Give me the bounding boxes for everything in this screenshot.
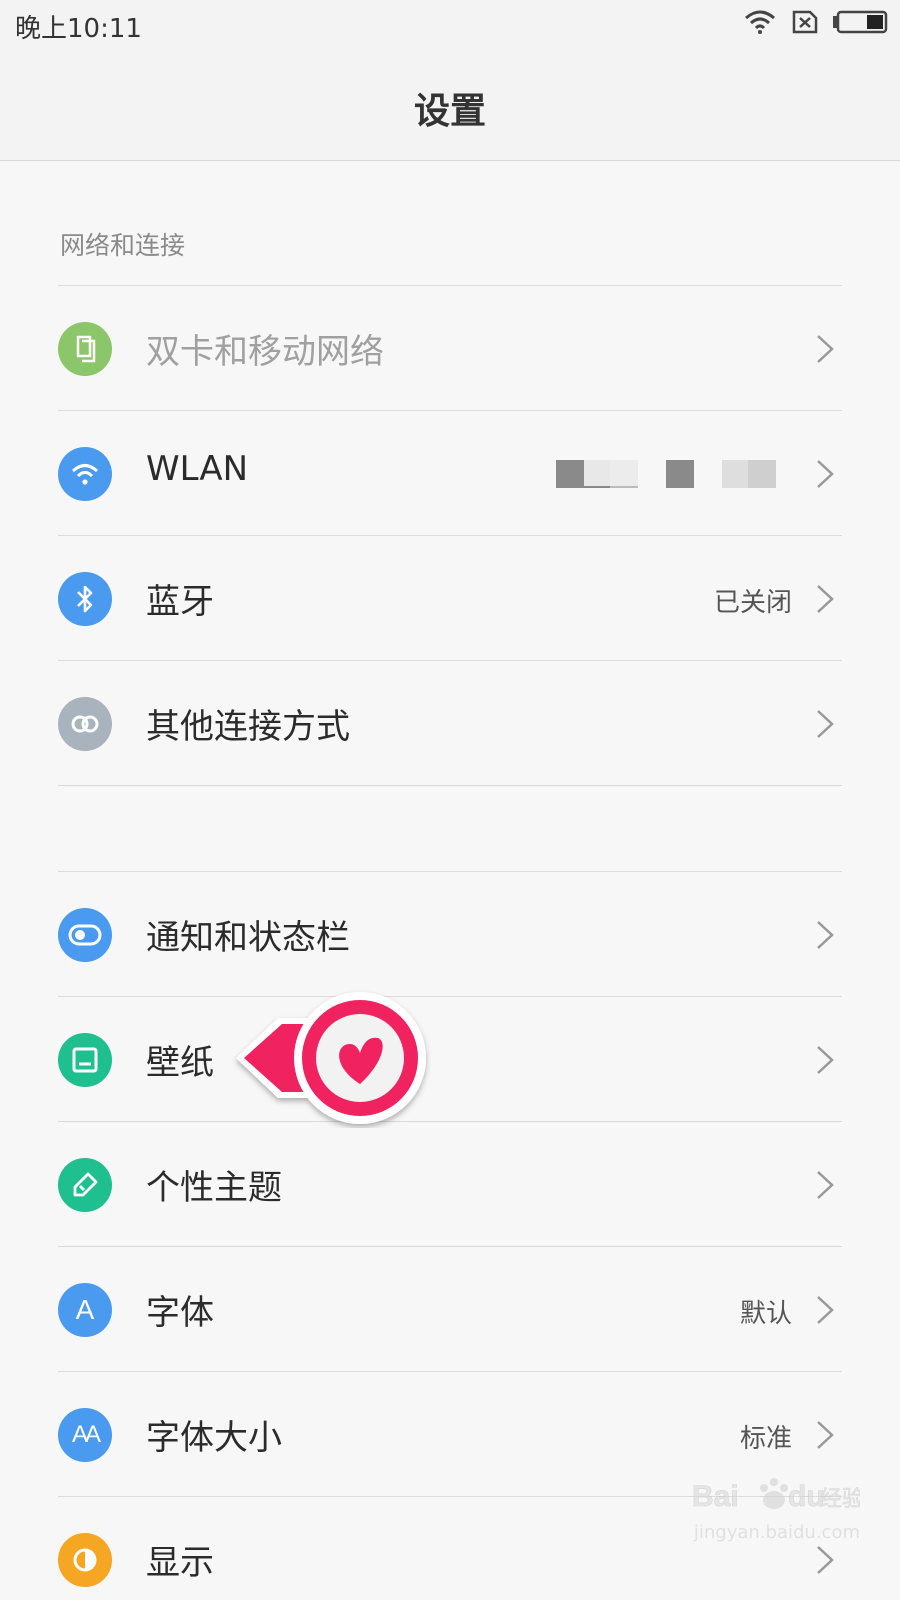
svg-text:Bai: Bai [692, 1480, 739, 1513]
link-icon [58, 697, 112, 751]
settings-item-font[interactable]: A 字体 默认 [58, 1246, 842, 1372]
status-bar: 晚上10:11 [0, 0, 900, 50]
status-time: 晚上10:11 [15, 14, 142, 44]
settings-item-wallpaper[interactable]: 壁纸 [58, 996, 842, 1122]
wifi-icon [745, 10, 775, 34]
settings-item-value: 默认 [739, 1299, 792, 1329]
settings-item-value: 标准 [739, 1424, 792, 1454]
settings-item-label: 个性主题 [146, 1168, 282, 1208]
battery-icon [833, 10, 888, 34]
toggle-icon [58, 908, 112, 962]
divider [58, 785, 842, 786]
settings-item-label: 壁纸 [146, 1043, 214, 1083]
settings-item-bluetooth[interactable]: 蓝牙 已关闭 [58, 535, 842, 661]
chevron-right-icon [817, 1421, 834, 1449]
watermark-url: jingyan.baidu.com [693, 1522, 860, 1543]
chevron-right-icon [817, 335, 834, 363]
settings-item-notifications[interactable]: 通知和状态栏 [58, 871, 842, 997]
settings-item-other-connections[interactable]: 其他连接方式 [58, 660, 842, 786]
settings-item-label: WLAN [146, 449, 249, 489]
chevron-right-icon [817, 1046, 834, 1074]
settings-item-label: 双卡和移动网络 [146, 332, 384, 372]
heart-pointer-icon [236, 992, 426, 1124]
chevron-right-icon [817, 585, 834, 613]
section-header-network: 网络和连接 [60, 231, 186, 260]
redacted-value [556, 460, 786, 488]
chevron-right-icon [817, 1171, 834, 1199]
wifi-icon [58, 447, 112, 501]
settings-item-themes[interactable]: 个性主题 [58, 1121, 842, 1247]
settings-item-value: 已关闭 [713, 588, 792, 618]
settings-screen: 晚上10:11 设置 网络和连接 双卡和移动网络 WLAN 蓝牙 已关闭 其他连… [0, 0, 900, 1600]
chevron-right-icon [817, 710, 834, 738]
status-icons [744, 10, 888, 34]
page-title: 设置 [413, 91, 486, 132]
chevron-right-icon [817, 921, 834, 949]
chevron-right-icon [817, 460, 834, 488]
settings-item-label: 其他连接方式 [146, 707, 350, 747]
theme-brush-icon [58, 1158, 112, 1212]
title-bar: 设置 [0, 50, 900, 161]
bluetooth-icon [58, 572, 112, 626]
settings-item-label: 通知和状态栏 [146, 918, 350, 958]
baidu-watermark: Bai du 经验 jingyan.baidu.com [690, 1470, 864, 1550]
settings-item-dual-sim[interactable]: 双卡和移动网络 [58, 285, 842, 411]
font-icon: A [58, 1283, 112, 1337]
settings-item-label: 字体大小 [146, 1418, 282, 1458]
settings-item-label: 蓝牙 [146, 582, 214, 622]
baidu-logo-icon: Bai du 经验 [692, 1478, 864, 1513]
display-icon [58, 1533, 112, 1587]
settings-item-label: 字体 [146, 1293, 214, 1333]
chevron-right-icon [817, 1296, 834, 1324]
settings-item-label: 显示 [146, 1543, 214, 1583]
wallpaper-icon [58, 1033, 112, 1087]
svg-text:经验: 经验 [820, 1487, 860, 1512]
settings-item-wlan[interactable]: WLAN [58, 410, 842, 536]
dual-sim-icon [58, 322, 112, 376]
font-size-icon: AA [58, 1408, 112, 1462]
no-sim-icon [792, 10, 818, 34]
